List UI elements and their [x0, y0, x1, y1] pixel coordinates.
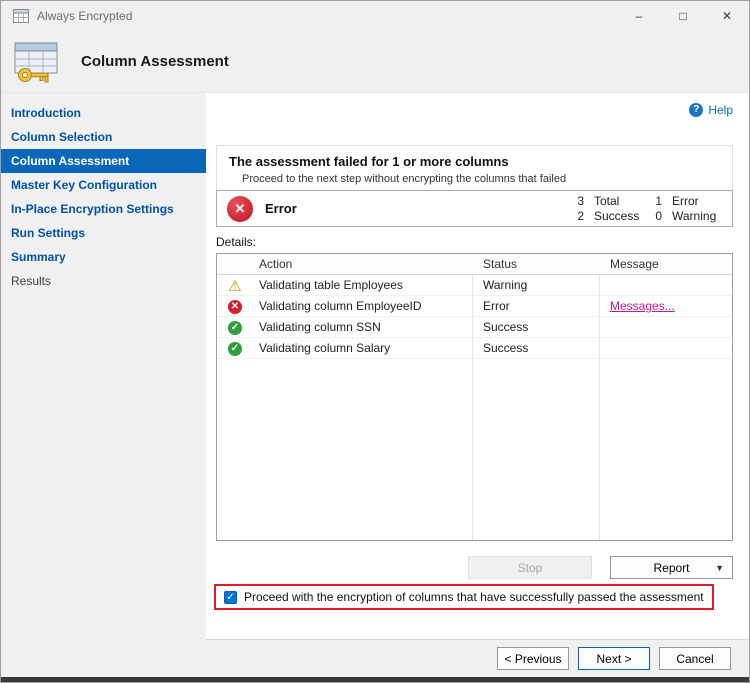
details-label: Details: [216, 235, 257, 249]
success-icon: ✓ [228, 320, 242, 335]
sidebar-item-summary[interactable]: Summary [1, 245, 206, 269]
error-label: Error [672, 194, 699, 208]
column-assessment-icon [11, 40, 61, 89]
details-table-header: Action Status Message [217, 254, 732, 275]
action-cell: Validating column Salary [259, 341, 391, 355]
error-icon: ✕ [228, 299, 242, 314]
status-label: Error [265, 201, 297, 216]
close-button[interactable]: ✕ [705, 1, 749, 31]
warning-count: 0 [655, 209, 662, 223]
sidebar-item-in-place-encryption-settings[interactable]: In-Place Encryption Settings [1, 197, 206, 221]
sidebar-item-column-selection[interactable]: Column Selection [1, 125, 206, 149]
stop-button[interactable]: Stop [468, 556, 592, 579]
success-count: 2 [577, 209, 584, 223]
next-button[interactable]: Next > [578, 647, 650, 670]
proceed-checkbox-label: Proceed with the encryption of columns t… [244, 590, 704, 604]
sidebar-item-results[interactable]: Results [1, 269, 206, 293]
details-table-rows: ⚠ Validating table Employees Warning ✕ Valid… [217, 275, 732, 359]
header-action: Action [259, 257, 293, 271]
sidebar-item-introduction[interactable]: Introduction [1, 101, 206, 125]
window-title: Always Encrypted [37, 9, 133, 23]
sidebar-item-run-settings[interactable]: Run Settings [1, 221, 206, 245]
message-cell: Messages... [602, 296, 732, 316]
previous-button[interactable]: < Previous [497, 647, 569, 670]
table-row[interactable]: ✓ Validating column SSN Success [217, 317, 732, 338]
footer-bar: < Previous Next > Cancel [206, 639, 749, 677]
maximize-button[interactable]: □ [661, 1, 705, 31]
row-icon-cell: ✕ [217, 296, 253, 316]
proceed-checkbox[interactable]: ✓ [224, 590, 237, 604]
page-title: Column Assessment [81, 53, 229, 70]
details-table: Action Status Message ⚠ Validating table … [216, 253, 733, 541]
error-count: 1 [655, 194, 662, 208]
action-cell: Validating column SSN [259, 320, 381, 334]
window-controls: – □ ✕ [617, 1, 749, 31]
sidebar-item-column-assessment[interactable]: Column Assessment [1, 149, 206, 173]
header-status: Status [483, 257, 518, 271]
title-bar: Always Encrypted – □ ✕ [1, 1, 749, 31]
help-icon: ? [689, 103, 704, 117]
error-icon: ✕ [227, 195, 253, 222]
window-bottom-edge [1, 677, 749, 682]
success-label: Success [594, 209, 640, 223]
warning-icon: ⚠ [228, 277, 242, 295]
header-message: Message [610, 257, 659, 271]
help-label: Help [708, 103, 733, 117]
app-icon [13, 9, 29, 23]
status-stats: 3 Total 1 Error 2 Success 0 Warning [570, 194, 722, 223]
main-panel: ? Help The assessment failed for 1 or mo… [206, 93, 749, 677]
sidebar-nav: Introduction Column Selection Column Asses… [1, 93, 206, 677]
message-cell [602, 275, 732, 295]
message-cell [602, 338, 732, 358]
sidebar-item-master-key-configuration[interactable]: Master Key Configuration [1, 173, 206, 197]
row-icon-cell: ✓ [217, 317, 253, 337]
table-row[interactable]: ✓ Validating column Salary Success [217, 338, 732, 359]
status-cell: Success [483, 341, 529, 355]
row-icon-cell: ✓ [217, 338, 253, 358]
report-label: Report [653, 560, 690, 575]
table-row[interactable]: ✕ Validating column EmployeeID Error Messag… [217, 296, 732, 317]
minimize-button[interactable]: – [617, 1, 661, 31]
total-label: Total [594, 194, 620, 208]
status-cell: Success [483, 320, 529, 334]
wizard-header: Column Assessment [1, 31, 749, 93]
help-link[interactable]: ? Help [689, 103, 733, 117]
report-button[interactable]: Report ▼ [610, 556, 733, 579]
banner-title: The assessment failed for 1 or more colu… [229, 154, 509, 169]
status-cell: Warning [483, 278, 528, 292]
action-cell: Validating table Employees [259, 278, 403, 292]
proceed-checkbox-annotation: ✓ Proceed with the encryption of columns… [214, 584, 714, 610]
status-cell: Error [483, 299, 510, 313]
always-encrypted-window: Always Encrypted – □ ✕ Column Assessment… [0, 0, 750, 683]
messages-link[interactable]: Messages... [610, 299, 675, 313]
table-row[interactable]: ⚠ Validating table Employees Warning [217, 275, 732, 296]
assessment-banner: The assessment failed for 1 or more colu… [216, 145, 733, 196]
success-icon: ✓ [228, 341, 242, 356]
chevron-down-icon: ▼ [715, 563, 724, 573]
cancel-button[interactable]: Cancel [659, 647, 731, 670]
message-cell [602, 317, 732, 337]
warning-label: Warning [672, 209, 717, 223]
status-summary: ✕ Error 3 Total 1 Error 2 Success 0 Warn… [216, 190, 733, 227]
content-area: ? Help The assessment failed for 1 or mo… [206, 93, 749, 639]
action-cell: Validating column EmployeeID [259, 299, 422, 313]
banner-subtitle: Proceed to the next step without encrypt… [242, 173, 567, 185]
row-icon-cell: ⚠ [217, 275, 253, 295]
total-count: 3 [577, 194, 584, 208]
